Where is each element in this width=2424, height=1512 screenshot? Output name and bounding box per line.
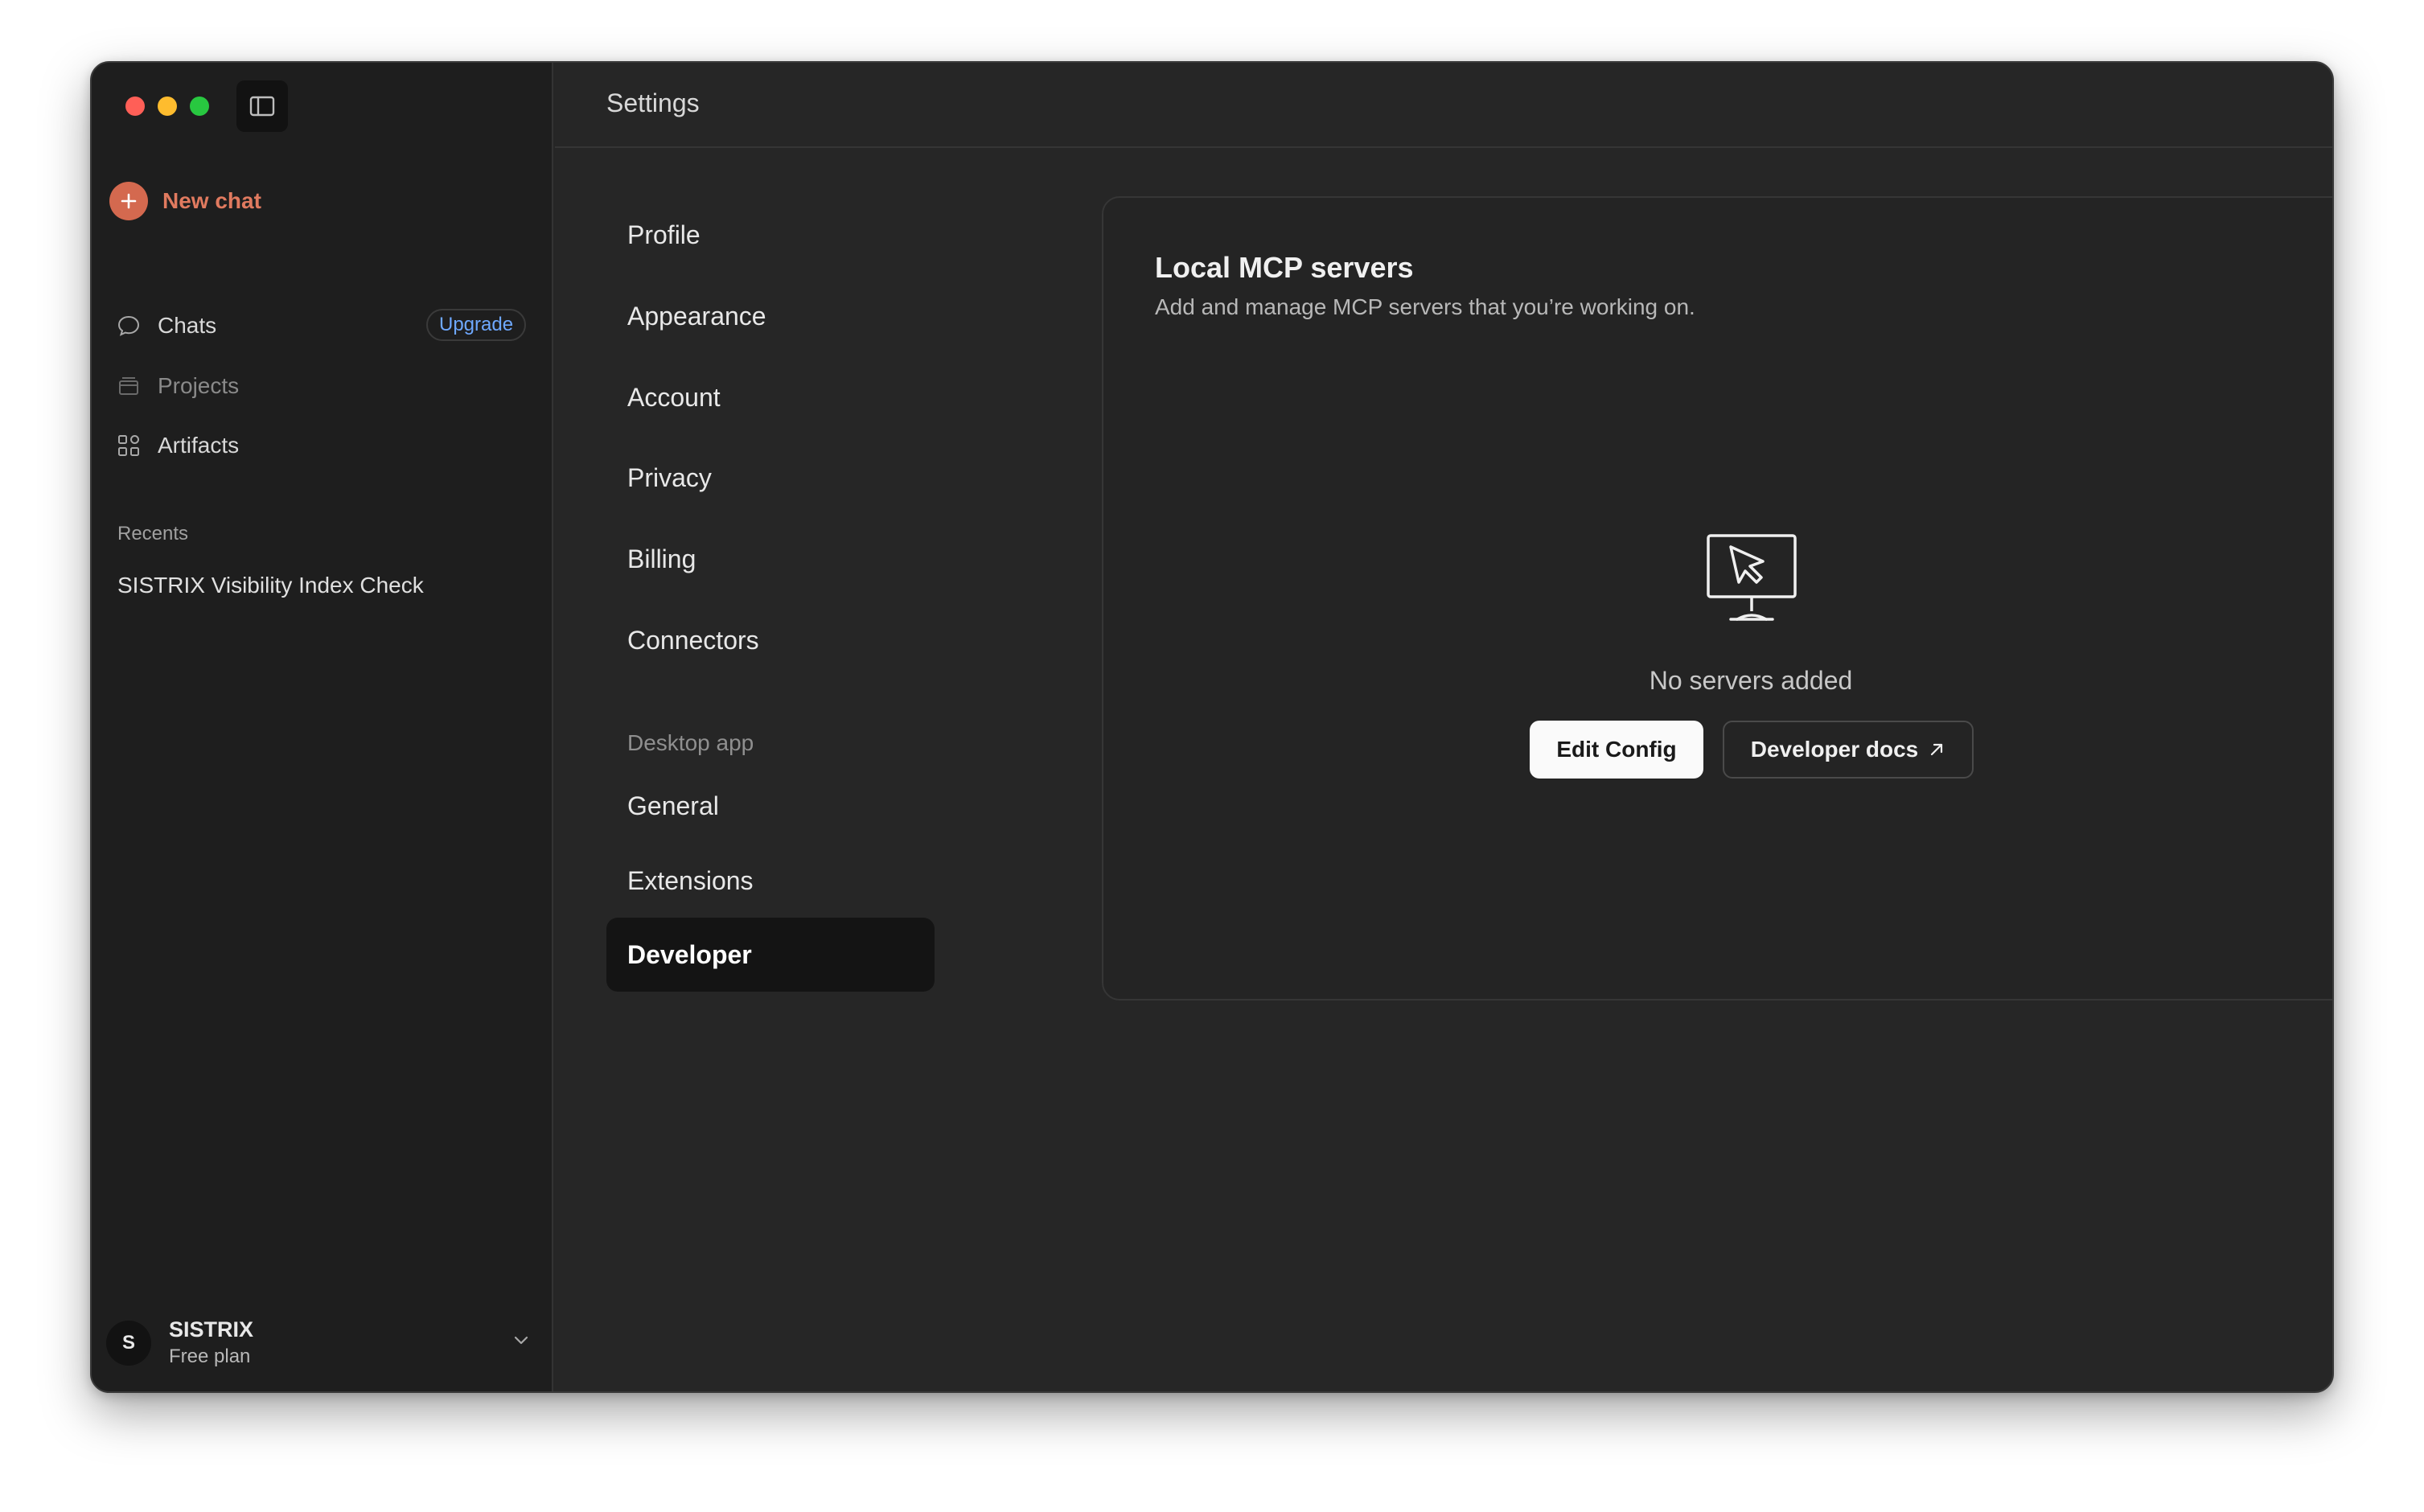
settings-nav-account[interactable]: Account <box>606 360 935 434</box>
panel-actions: Edit Config Developer docs <box>1530 721 1974 779</box>
plus-icon <box>109 182 148 220</box>
settings-section-desktop-app: Desktop app <box>627 730 754 755</box>
grid-icon <box>116 433 142 458</box>
panel-subtitle: Add and manage MCP servers that you’re w… <box>1155 294 1695 319</box>
main-header: Settings <box>555 63 2332 148</box>
settings-nav-extensions[interactable]: Extensions <box>606 844 935 918</box>
sidebar-item-label: Artifacts <box>158 433 240 458</box>
user-menu[interactable]: S SISTRIX Free plan <box>106 1317 537 1368</box>
recents-heading: Recents <box>117 523 189 544</box>
page-title: Settings <box>606 88 700 117</box>
developer-docs-label: Developer docs <box>1750 737 1919 762</box>
upgrade-badge[interactable]: Upgrade <box>426 309 527 341</box>
edit-config-button[interactable]: Edit Config <box>1530 721 1703 779</box>
settings-nav-billing[interactable]: Billing <box>606 522 935 596</box>
chat-bubble-icon <box>116 313 142 339</box>
mcp-servers-panel: Local MCP servers Add and manage MCP ser… <box>1102 196 2332 1000</box>
folder-icon <box>116 373 142 399</box>
main-area: Settings Profile Appearance Account Priv… <box>555 63 2332 1391</box>
sidebar: New chat Chats Projects Upgrade Artifact… <box>92 63 553 1391</box>
window-controls <box>125 97 209 116</box>
sidebar-item-label: Chats <box>158 313 217 338</box>
new-chat-button[interactable]: New chat <box>109 182 261 220</box>
panel-title: Local MCP servers <box>1155 251 1414 284</box>
sidebar-item-projects[interactable]: Projects <box>116 373 239 399</box>
sidebar-item-chats[interactable]: Chats <box>116 313 216 339</box>
developer-docs-button[interactable]: Developer docs <box>1723 721 1974 779</box>
app-window: New chat Chats Projects Upgrade Artifact… <box>90 61 2334 1393</box>
close-window-button[interactable] <box>125 97 145 116</box>
new-chat-label: New chat <box>162 188 261 213</box>
settings-nav-developer[interactable]: Developer <box>606 918 935 992</box>
settings-nav-connectors[interactable]: Connectors <box>606 603 935 677</box>
maximize-window-button[interactable] <box>190 97 209 116</box>
edit-config-label: Edit Config <box>1556 737 1677 762</box>
settings-nav-general[interactable]: General <box>606 769 935 843</box>
monitor-cursor-icon <box>1707 534 1797 621</box>
user-name: SISTRIX <box>169 1317 254 1341</box>
sidebar-item-artifacts[interactable]: Artifacts <box>116 433 239 458</box>
minimize-window-button[interactable] <box>158 97 177 116</box>
settings-nav-appearance[interactable]: Appearance <box>606 279 935 353</box>
sidebar-panel-icon <box>249 96 275 117</box>
external-link-arrow-icon <box>1931 743 1943 756</box>
sidebar-item-label: Projects <box>158 373 240 398</box>
avatar: S <box>106 1320 151 1366</box>
chevron-down-icon <box>514 1336 528 1345</box>
user-info: SISTRIX Free plan <box>169 1317 253 1368</box>
empty-state-text: No servers added <box>1649 666 1853 695</box>
settings-nav-profile[interactable]: Profile <box>606 198 935 272</box>
recent-chat-item[interactable]: SISTRIX Visibility Index Check <box>117 573 424 598</box>
user-plan: Free plan <box>169 1346 251 1367</box>
settings-nav-privacy[interactable]: Privacy <box>606 441 935 515</box>
sidebar-toggle-button[interactable] <box>236 80 288 132</box>
